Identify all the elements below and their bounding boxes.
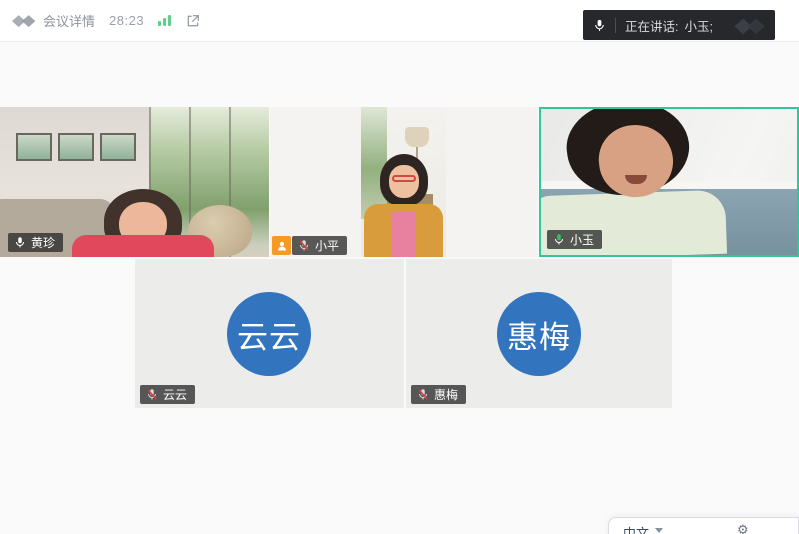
person-glasses [392,175,416,182]
caption-language-selector[interactable]: 中文 [623,523,649,534]
mic-speaking-icon [553,233,565,246]
mic-muted-icon [417,388,429,401]
open-external-icon[interactable] [185,13,201,29]
participant-name: 黄珍 [31,234,55,251]
caption-panel: 中文 ⚙ [608,517,799,534]
participant-name: 云云 [163,386,187,403]
picture-frame [100,133,136,161]
video-tile-huangzhen[interactable]: 黄珍 [0,107,269,257]
participant-name: 惠梅 [434,386,458,403]
host-badge-icon [272,236,291,255]
lamp-shade [405,127,429,147]
window-view [361,107,387,219]
participant-name: 小平 [315,237,339,254]
video-tile-xiaoping[interactable]: 小平 [270,107,538,257]
meeting-window: 会议详情 28:23 正在讲话: 小玉; [0,0,799,534]
mic-muted-icon [146,388,158,401]
network-signal-icon[interactable] [158,15,171,26]
speaking-label: 正在讲话: [625,16,678,35]
participant-name-tag: 惠梅 [411,385,466,404]
mic-muted-icon [298,239,310,252]
meeting-details-button[interactable]: 会议详情 [43,11,95,30]
gear-icon[interactable]: ⚙ [737,522,749,534]
video-feed [361,107,446,257]
app-logo-icon [12,13,36,28]
participant-name-tag: 云云 [140,385,195,404]
speaking-banner[interactable]: 正在讲话: 小玉; [583,10,775,40]
avatar: 云云 [227,292,311,376]
video-tile-xiaoyu[interactable]: 小玉 [539,107,799,257]
participant-name-tag: 黄珍 [8,233,63,252]
video-tile-yunyun[interactable]: 云云 云云 [135,259,404,408]
avatar-text: 惠梅 [507,312,571,357]
mic-on-icon [14,236,26,249]
picture-frame [16,133,52,161]
banner-divider [615,18,616,33]
microphone-icon [593,18,606,33]
speaking-name: 小玉; [684,16,712,35]
picture-frame [58,133,94,161]
video-tile-huimei[interactable]: 惠梅 惠梅 [406,259,672,408]
person-shirt [72,235,214,257]
participant-name-tag: 小平 [272,236,347,255]
meeting-timer: 28:23 [109,13,144,28]
avatar: 惠梅 [497,292,581,376]
chevron-down-icon [655,528,663,533]
watermark-logo-icon [733,16,767,35]
participant-name: 小玉 [570,231,594,248]
participant-name-tag: 小玉 [547,230,602,249]
avatar-text: 云云 [237,312,301,357]
person-inner-top [391,212,415,257]
